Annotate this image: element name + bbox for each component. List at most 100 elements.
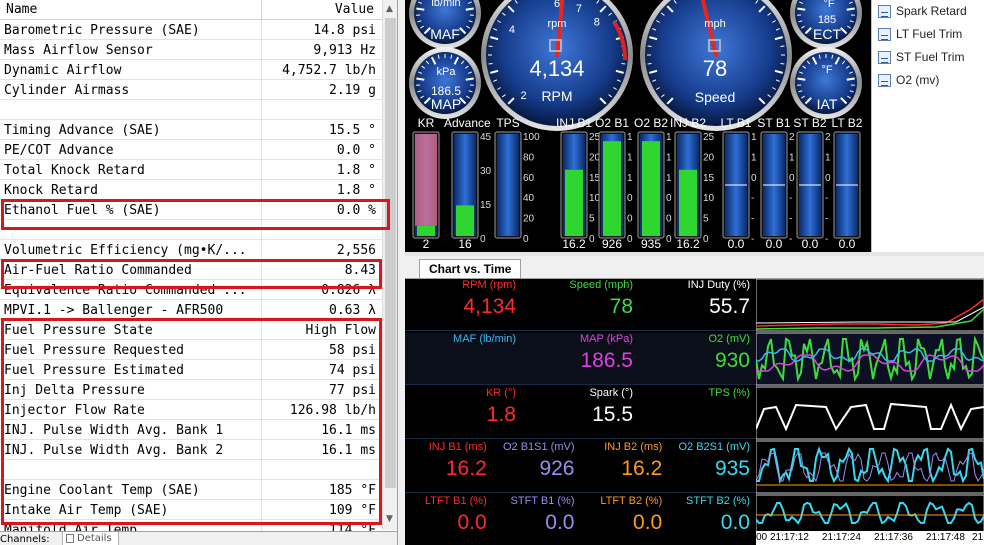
row-value: 2,556	[336, 243, 376, 258]
channel-readout-label: RPM (rpm)	[462, 279, 516, 291]
rpm-gauge-label: RPM	[541, 88, 573, 104]
channel-readout-value: 4,134	[463, 295, 516, 318]
channel-readout-value: 78	[609, 295, 633, 318]
channel-readout[interactable]: INJ Duty (%) 55.7	[639, 279, 756, 331]
channel-readout-label: INJ B1 (ms)	[428, 441, 487, 453]
tab-chart-vs-time[interactable]: Chart vs. Time	[419, 259, 522, 279]
column-divider	[261, 160, 262, 180]
table-row[interactable]: Volumetric Efficiency (mg•K/... 2,556	[0, 240, 382, 260]
column-divider	[261, 100, 262, 120]
channel-readout-label: LTFT B1 (%)	[424, 495, 487, 507]
bar-scale-label: -	[825, 214, 828, 225]
row-value: 0.63 λ	[329, 303, 376, 318]
column-divider	[261, 300, 262, 320]
channel-readout[interactable]: STFT B2 (%) 0.0	[668, 495, 756, 545]
bar-label: Advance	[444, 116, 491, 130]
ect-gauge-tick	[797, 7, 806, 11]
bar-label: KR	[417, 116, 435, 130]
speed-gauge-tick	[647, 62, 652, 65]
table-row[interactable]: MPVI.1 -> Ballenger - AFR500 0.63 λ	[0, 300, 382, 320]
channel-readout[interactable]: O2 B1S1 (mV) 926	[493, 441, 581, 493]
channel-readout[interactable]: MAF (lb/min)	[405, 333, 522, 385]
table-row[interactable]: Total Knock Retard 1.8 °	[0, 160, 382, 180]
bar-fill	[565, 169, 583, 236]
channel-readout[interactable]: STFT B1 (%) 0.0	[493, 495, 581, 545]
channel-list-label: O2 (mv)	[896, 73, 940, 87]
iat-gauge-unit: °F	[821, 64, 833, 76]
bar-label: INJ B2	[669, 116, 706, 130]
vertical-scrollbar[interactable]: ▲ ▼	[382, 0, 397, 530]
column-header-value[interactable]: Value	[335, 2, 374, 17]
speed-gauge-tick	[780, 62, 785, 65]
channel-readout[interactable]: MAP (kPa) 186.5	[522, 333, 639, 385]
channel-list: Spark Retard LT Fuel Trim ST Fuel Trim O2 (…	[871, 0, 984, 252]
details-icon	[66, 534, 74, 543]
table-row[interactable]: Dynamic Airflow 4,752.7 lb/h	[0, 60, 382, 80]
table-row[interactable]: Mass Airflow Sensor 9,913 Hz	[0, 40, 382, 60]
scroll-up-arrow-icon[interactable]: ▲	[386, 4, 393, 14]
table-row[interactable]: PE/COT Advance 0.0 °	[0, 140, 382, 160]
channel-readout[interactable]: RPM (rpm) 4,134	[405, 279, 522, 331]
channel-readout-value: 0.0	[633, 511, 663, 534]
column-header-name[interactable]: Name	[6, 2, 37, 17]
channel-readout[interactable]: O2 B2S1 (mV) 935	[668, 441, 756, 493]
channel-readout-value: 930	[714, 349, 750, 372]
tab-details[interactable]: Details	[62, 532, 119, 545]
channel-readout[interactable]: O2 (mV) 930	[639, 333, 756, 385]
bar-scale-label: 5	[703, 214, 709, 225]
channel-readout[interactable]: INJ B1 (ms) 16.2	[405, 441, 493, 493]
channel-readout[interactable]: TPS (%)	[639, 387, 756, 439]
scroll-thumb[interactable]	[385, 18, 396, 488]
channel-readout[interactable]: LTFT B2 (%) 0.0	[581, 495, 669, 545]
highlight-box-afr	[1, 259, 382, 289]
row-name: Mass Airflow Sensor	[4, 43, 153, 58]
bar-value: 926	[601, 237, 623, 251]
rpm-gauge-tick	[621, 62, 626, 65]
channel-readout[interactable]: KR (°) 1.8	[405, 387, 522, 439]
rpm-gauge-tick	[488, 62, 493, 65]
strip-lane	[756, 279, 984, 332]
row-name: PE/COT Advance	[4, 143, 114, 158]
channel-readout-label: INJ B2 (ms)	[604, 441, 663, 453]
bar-scale-label: 0	[751, 173, 757, 184]
bar-overlay	[415, 134, 437, 226]
bar-value: 0.0	[727, 237, 745, 251]
channel-readout-value: 16.2	[621, 457, 663, 480]
strip-chart[interactable]	[756, 279, 984, 531]
bar-fill	[456, 205, 474, 236]
bar-scale-label: 1	[666, 152, 672, 163]
channel-readout[interactable]: INJ B2 (ms) 16.2	[581, 441, 669, 493]
bar-scale-label: 80	[523, 152, 535, 163]
tab-channels[interactable]: Channels:	[0, 534, 50, 545]
bar-scale-label: -	[789, 214, 792, 225]
channel-readout-label: LTFT B2 (%)	[600, 495, 663, 507]
channel-readout[interactable]: Spark (°) 15.5	[522, 387, 639, 439]
value-block: INJ B1 (ms) 16.2 O2 B1S1 (mV) 926 INJ B2 (ms…	[405, 441, 756, 493]
channel-readout[interactable]: Speed (mph) 78	[522, 279, 639, 331]
row-name: Volumetric Efficiency (mg•K/...	[4, 243, 247, 258]
bar-scale-label: 0	[627, 193, 633, 204]
table-row[interactable]: Barometric Pressure (SAE) 14.8 psi	[0, 20, 382, 40]
bar-scale-label: 1	[627, 132, 633, 143]
table-row[interactable]	[0, 100, 382, 120]
table-row[interactable]: Timing Advance (SAE) 15.5 °	[0, 120, 382, 140]
table-row[interactable]: Cylinder Airmass 2.19 g	[0, 80, 382, 100]
rpm-tick-label: 2	[521, 90, 527, 102]
channel-readout-label: O2 B2S1 (mV)	[678, 441, 750, 453]
table-row[interactable]: Knock Retard 1.8 °	[0, 180, 382, 200]
rpm-gauge-value: 4,134	[529, 56, 585, 81]
speed-gauge-tick	[780, 45, 785, 48]
bar-label: INJ B1	[555, 116, 592, 130]
highlight-box-fuel-system	[1, 318, 382, 525]
chart-icon	[878, 28, 891, 41]
column-divider	[261, 20, 262, 40]
value-block: LTFT B1 (%) 0.0 STFT B1 (%) 0.0 LTFT B2 (%) 0…	[405, 495, 756, 545]
scroll-down-arrow-icon[interactable]: ▼	[386, 514, 393, 524]
chart-vs-time-panel: RPM (rpm) 4,134 Speed (mph) 78 INJ Duty (%) 5…	[405, 279, 984, 545]
channel-readout[interactable]: LTFT B1 (%) 0.0	[405, 495, 493, 545]
maf-gauge-label: MAF	[430, 26, 460, 42]
channel-readout-value: 0.0	[545, 511, 575, 534]
bar-value: 2	[422, 237, 430, 251]
time-axis: 0021:17:12 21:17:24 21:17:36 21:17:48 21:18	[756, 531, 984, 545]
column-divider[interactable]	[261, 0, 262, 20]
